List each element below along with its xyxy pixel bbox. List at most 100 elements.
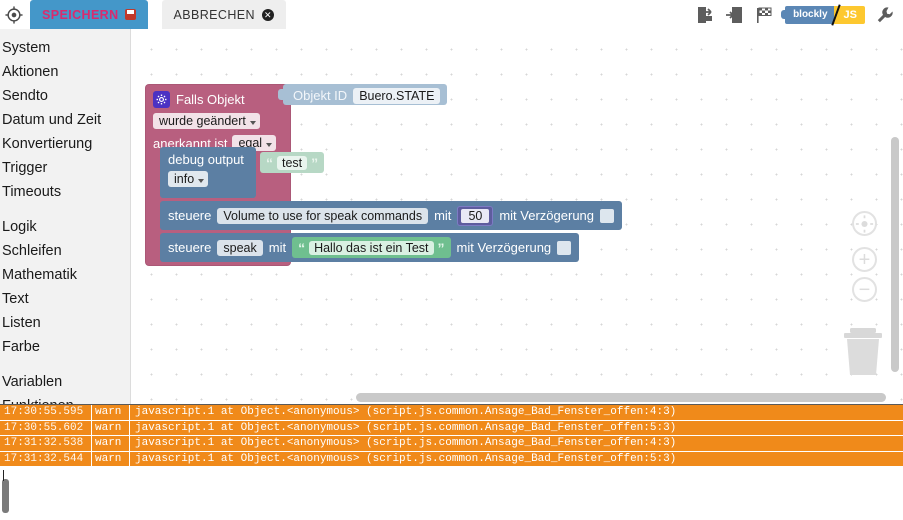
blockly-canvas[interactable]: Falls Objekt wurde geändert anerkannt is… [131,29,903,404]
debug-text-value[interactable]: test [277,155,308,170]
control-speak-with: mit [268,240,287,255]
log-severity: warn [92,405,130,420]
debug-text-value-block[interactable]: “ test ” [260,152,325,173]
log-severity: warn [92,451,130,466]
debug-level-dropdown[interactable]: info [168,171,209,187]
sidebar-item-system[interactable]: System [0,36,130,60]
quote-open-icon: “ [266,154,273,171]
toolbar: SPEICHERN ABBRECHEN ✕ blockly JS [0,0,903,29]
language-toggle[interactable]: blockly JS [781,3,865,26]
zoom-in-glyph: + [858,248,871,271]
trigger-condition-dropdown[interactable]: wurde geändert [153,113,260,129]
zoom-out-glyph: − [858,278,871,301]
control-speak-target[interactable]: speak [217,239,263,256]
cancel-button[interactable]: ABBRECHEN ✕ [161,0,286,29]
control-speak-text-value[interactable]: Hallo das ist ein Test [309,240,434,255]
sidebar-item-konvertierung[interactable]: Konvertierung [0,132,130,156]
log-timestamp: 17:30:55.602 [0,420,92,435]
horizontal-scrollbar[interactable] [356,393,886,402]
sidebar-item-text[interactable]: Text [0,287,130,311]
debug-output-block[interactable]: debug output info [160,147,256,198]
trigger-condition-row: wurde geändert [145,108,291,129]
log-message: javascript.1 at Object.<anonymous> (scri… [135,452,677,465]
log-message: javascript.1 at Object.<anonymous> (scri… [135,406,677,418]
category-sidebar: System Aktionen Sendto Datum und Zeit Ko… [0,29,131,414]
debug-output-label: debug output [168,152,244,167]
sidebar-item-sendto[interactable]: Sendto [0,84,130,108]
quote-open-icon: “ [298,239,306,256]
save-button-label: SPEICHERN [42,7,119,22]
log-message: javascript.1 at Object.<anonymous> (scri… [135,421,677,434]
control-volume-delay-label: mit Verzögerung [499,208,595,223]
log-row[interactable]: 17:30:55.595 warn javascript.1 at Object… [0,405,903,421]
log-row[interactable]: 17:30:55.602 warn javascript.1 at Object… [0,420,903,436]
blockly-script-editor: SPEICHERN ABBRECHEN ✕ blockly JS System … [0,0,903,520]
wrench-icon[interactable] [875,5,895,25]
sidebar-item-farbe[interactable]: Farbe [0,335,130,359]
sidebar-divider-2 [0,359,130,370]
sidebar-item-mathematik[interactable]: Mathematik [0,263,130,287]
zoom-reset-button[interactable] [852,211,877,236]
control-speak-delay-label: mit Verzögerung [456,240,552,255]
sidebar-item-timeouts[interactable]: Timeouts [0,180,130,204]
object-id-connector [278,89,284,100]
trigger-block-title: Falls Objekt [176,92,245,107]
vertical-scrollbar[interactable] [891,137,899,372]
quote-close-icon: ” [437,239,445,256]
export-icon[interactable] [695,5,715,25]
log-timestamp: 17:31:32.538 [0,436,92,451]
control-speak-block[interactable]: steuere speak mit “ Hallo das ist ein Te… [160,233,580,262]
control-volume-with: mit [434,208,452,223]
trigger-block-header: Falls Objekt [145,84,291,108]
import-icon[interactable] [725,5,745,25]
sidebar-item-aktionen[interactable]: Aktionen [0,60,130,84]
quote-close-icon: ” [311,154,319,171]
control-speak-delay-checkbox[interactable] [557,240,572,255]
cancel-button-label: ABBRECHEN [173,7,255,22]
sidebar-item-variablen[interactable]: Variablen [0,370,130,394]
close-circle-icon: ✕ [261,8,274,21]
log-message: javascript.1 at Object.<anonymous> (scri… [135,437,677,449]
control-volume-block[interactable]: steuere Volume to use for speak commands… [160,201,623,230]
control-volume-verb: steuere [168,208,212,223]
zoom-out-button[interactable]: − [852,277,877,302]
object-id-label: Objekt ID [293,88,348,103]
control-speak-verb: steuere [168,240,212,255]
log-timestamp: 17:30:55.595 [0,405,92,420]
sidebar-item-datum-und-zeit[interactable]: Datum und Zeit [0,108,130,132]
gear-icon[interactable] [153,91,170,108]
zoom-reset-icon [852,211,877,236]
control-volume-value[interactable]: 50 [461,208,490,223]
debug-output-row: debug output [160,147,256,167]
control-volume-delay-checkbox[interactable] [600,208,615,223]
log-panel: 17:30:55.595 warn javascript.1 at Object… [0,404,903,520]
toolbar-right-group: blockly JS [695,0,895,29]
checkered-flag-icon[interactable] [755,5,775,25]
target-icon[interactable] [0,0,28,29]
sidebar-group-1: System Aktionen Sendto Datum und Zeit Ko… [0,36,130,204]
zoom-in-button[interactable]: + [852,247,877,272]
lang-blockly-label: blockly [781,5,834,24]
log-timestamp: 17:31:32.544 [0,451,92,466]
debug-level-row: info [160,167,256,187]
log-severity: warn [92,420,130,435]
sidebar-item-logik[interactable]: Logik [0,215,130,239]
speak-text-value-block[interactable]: “ Hallo das ist ein Test ” [292,237,451,258]
sidebar-item-listen[interactable]: Listen [0,311,130,335]
log-severity: warn [92,436,130,451]
object-id-block[interactable]: Objekt ID Buero.STATE [278,84,448,105]
zoom-out-icon: − [852,277,877,302]
control-volume-target[interactable]: Volume to use for speak commands [217,207,429,224]
object-id-value[interactable]: Buero.STATE [353,87,441,104]
log-row[interactable]: 17:31:32.538 warn javascript.1 at Object… [0,436,903,452]
text-cursor [3,470,4,481]
save-button[interactable]: SPEICHERN [30,0,148,29]
trash-icon[interactable] [837,325,889,379]
log-scrollbar[interactable] [2,479,9,513]
number-block[interactable]: 50 [457,205,494,226]
sidebar-item-trigger[interactable]: Trigger [0,156,130,180]
sidebar-item-schleifen[interactable]: Schleifen [0,239,130,263]
log-row[interactable]: 17:31:32.544 warn javascript.1 at Object… [0,451,903,467]
save-disk-icon [124,9,136,20]
zoom-in-icon: + [852,247,877,272]
